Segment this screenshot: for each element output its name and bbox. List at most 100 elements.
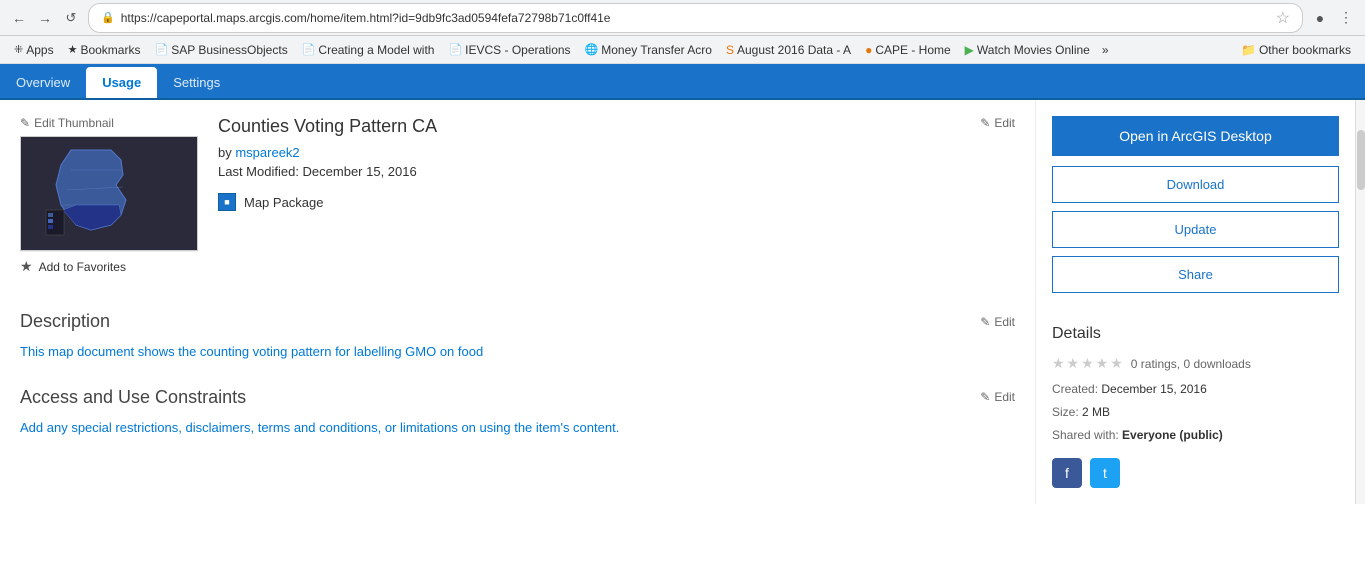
bookmark-money[interactable]: 🌐 Money Transfer Acro: [579, 41, 718, 59]
scrollbar-thumb[interactable]: [1357, 130, 1365, 190]
menu-button[interactable]: ⋮: [1335, 7, 1357, 29]
main-wrapper: ✎ Edit Thumbnail: [0, 100, 1365, 504]
access-edit-link[interactable]: ✎ Edit: [980, 390, 1015, 404]
shared-value: Everyone (public): [1122, 428, 1223, 442]
back-button[interactable]: ←: [8, 7, 30, 29]
item-last-modified: Last Modified: December 15, 2016: [218, 164, 1015, 179]
browser-actions: ● ⋮: [1309, 7, 1357, 29]
item-header: ✎ Edit Thumbnail: [20, 116, 1015, 281]
ratings-row: ★★★★★ 0 ratings, 0 downloads: [1052, 355, 1339, 372]
twitter-icon: t: [1103, 465, 1107, 481]
sap-label: SAP BusinessObjects: [171, 43, 288, 57]
item-title-row: Counties Voting Pattern CA ✎ Edit: [218, 116, 1015, 137]
description-body: This map document shows the counting vot…: [20, 342, 1015, 363]
update-button[interactable]: Update: [1052, 211, 1339, 248]
favorites-star-icon: ★: [20, 258, 33, 275]
access-title: Access and Use Constraints: [20, 387, 246, 408]
tab-overview[interactable]: Overview: [0, 67, 86, 98]
pencil-icon: ✎: [20, 116, 30, 130]
bookmark-august[interactable]: S August 2016 Data - A: [720, 41, 857, 59]
bookmark-apps[interactable]: ⁜ Apps: [8, 41, 60, 59]
share-button[interactable]: Share: [1052, 256, 1339, 293]
edit-thumbnail-link[interactable]: ✎ Edit Thumbnail: [20, 116, 114, 130]
ievcs-label: IEVCS - Operations: [465, 43, 570, 57]
details-title: Details: [1052, 325, 1339, 343]
url-bar[interactable]: 🔒 https://capeportal.maps.arcgis.com/hom…: [88, 3, 1303, 33]
reload-button[interactable]: ↺: [60, 7, 82, 29]
tab-usage[interactable]: Usage: [86, 67, 157, 98]
access-constraints-section: Access and Use Constraints ✎ Edit Add an…: [20, 387, 1015, 439]
august-label: August 2016 Data - A: [737, 43, 851, 57]
browser-chrome: ← → ↺ 🔒 https://capeportal.maps.arcgis.c…: [0, 0, 1365, 36]
item-edit-link[interactable]: ✎ Edit: [980, 116, 1015, 130]
bookmark-sap[interactable]: 📄 SAP BusinessObjects: [148, 41, 293, 59]
bookmark-bookmarks[interactable]: ★ Bookmarks: [62, 41, 147, 59]
bookmarks-bar: ⁜ Apps ★ Bookmarks 📄 SAP BusinessObjects…: [0, 36, 1365, 64]
sap-icon: 📄: [154, 43, 168, 56]
folder-icon: 📁: [1241, 43, 1256, 57]
map-package-icon: ■: [218, 193, 236, 211]
shared-row: Shared with: Everyone (public): [1052, 426, 1339, 445]
description-edit-link[interactable]: ✎ Edit: [980, 315, 1015, 329]
lock-icon: 🔒: [101, 11, 115, 24]
ievcs-icon: 📄: [448, 43, 462, 56]
bookmark-creating[interactable]: 📄 Creating a Model with: [296, 41, 441, 59]
size-value: 2 MB: [1082, 405, 1110, 419]
access-edit-pencil-icon: ✎: [980, 390, 990, 404]
creating-label: Creating a Model with: [318, 43, 434, 57]
other-label: Other bookmarks: [1259, 43, 1351, 57]
description-section: Description ✎ Edit This map document sho…: [20, 311, 1015, 363]
add-to-favorites-button[interactable]: ★ Add to Favorites: [20, 251, 198, 281]
desc-edit-pencil-icon: ✎: [980, 315, 990, 329]
size-row: Size: 2 MB: [1052, 403, 1339, 422]
bookmark-movies[interactable]: ▶ Watch Movies Online: [959, 41, 1096, 59]
download-button[interactable]: Download: [1052, 166, 1339, 203]
tab-settings[interactable]: Settings: [157, 67, 236, 98]
extensions-button[interactable]: ●: [1309, 7, 1331, 29]
bookmarks-label: Bookmarks: [80, 43, 140, 57]
url-text: https://capeportal.maps.arcgis.com/home/…: [121, 11, 1270, 25]
map-package-label: Map Package: [244, 195, 324, 210]
created-row: Created: December 15, 2016: [1052, 380, 1339, 399]
nav-buttons: ← → ↺: [8, 7, 82, 29]
cape-icon: ●: [865, 43, 872, 57]
facebook-share-button[interactable]: f: [1052, 458, 1082, 488]
bookmark-star-icon[interactable]: ☆: [1276, 8, 1290, 28]
money-label: Money Transfer Acro: [601, 43, 712, 57]
details-section: Details ★★★★★ 0 ratings, 0 downloads Cre…: [1052, 325, 1339, 488]
item-details-column: Counties Voting Pattern CA ✎ Edit by msp…: [218, 116, 1015, 281]
rating-stars: ★★★★★: [1052, 355, 1125, 372]
created-value: December 15, 2016: [1101, 382, 1206, 396]
bookmark-ievcs[interactable]: 📄 IEVCS - Operations: [442, 41, 576, 59]
other-bookmarks[interactable]: 📁 Other bookmarks: [1235, 41, 1357, 59]
map-thumbnail: [20, 136, 198, 251]
doc-icon: 📄: [302, 43, 316, 56]
author-link[interactable]: mspareek2: [235, 145, 299, 160]
movies-label: Watch Movies Online: [977, 43, 1090, 57]
more-bookmarks-button[interactable]: »: [1098, 41, 1113, 59]
page-tabs: Overview Usage Settings: [0, 64, 1365, 100]
shared-label: Shared with:: [1052, 428, 1119, 442]
ratings-text: 0 ratings, 0 downloads: [1131, 357, 1251, 371]
play-icon: ▶: [965, 43, 974, 57]
content-area: ✎ Edit Thumbnail: [0, 100, 1035, 504]
scrollbar-track[interactable]: [1355, 100, 1365, 504]
money-icon: 🌐: [585, 43, 599, 56]
star-bookmark-icon: ★: [68, 43, 78, 56]
twitter-share-button[interactable]: t: [1090, 458, 1120, 488]
description-header: Description ✎ Edit: [20, 311, 1015, 332]
social-icons: f t: [1052, 458, 1339, 488]
sidebar: Open in ArcGIS Desktop Download Update S…: [1035, 100, 1355, 504]
access-header: Access and Use Constraints ✎ Edit: [20, 387, 1015, 408]
open-arcgis-desktop-button[interactable]: Open in ArcGIS Desktop: [1052, 116, 1339, 156]
access-body: Add any special restrictions, disclaimer…: [20, 418, 1015, 439]
description-title: Description: [20, 311, 110, 332]
bookmark-cape[interactable]: ● CAPE - Home: [859, 41, 957, 59]
forward-button[interactable]: →: [34, 7, 56, 29]
map-package-row: ■ Map Package: [218, 193, 1015, 211]
item-title: Counties Voting Pattern CA: [218, 116, 437, 137]
size-label: Size:: [1052, 405, 1079, 419]
apps-grid-icon: ⁜: [14, 43, 23, 56]
august-icon: S: [726, 43, 734, 57]
item-author-row: by mspareek2: [218, 145, 1015, 160]
